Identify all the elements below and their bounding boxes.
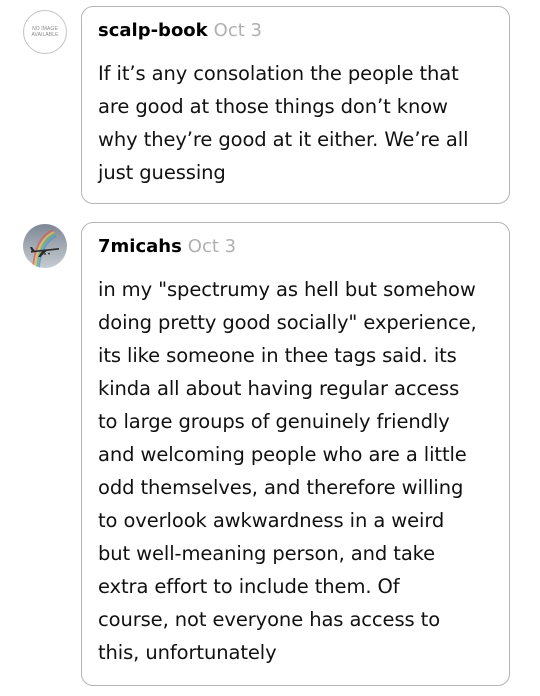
avatar-placeholder-line2: AVAILABLE bbox=[31, 32, 59, 38]
reply-text: If it’s any consolation the people that … bbox=[98, 62, 469, 184]
reply-bubble: scalp-book Oct 3 If it’s any consolation … bbox=[81, 6, 510, 204]
reply-date: Oct 3 bbox=[213, 20, 262, 41]
avatar-placeholder[interactable]: NO IMAGE AVAILABLE bbox=[23, 10, 67, 54]
avatar[interactable] bbox=[23, 224, 67, 268]
reply-meta: scalp-book Oct 3 bbox=[98, 19, 262, 43]
username-link[interactable]: 7micahs bbox=[98, 236, 182, 257]
reply-meta: 7micahs Oct 3 bbox=[98, 235, 236, 259]
airplane-rainbow-icon bbox=[23, 224, 67, 268]
username-link[interactable]: scalp-book bbox=[98, 20, 208, 41]
reply-date: Oct 3 bbox=[187, 236, 237, 257]
reply-bubble: 7micahs Oct 3 in my "spectrumy as hell bu… bbox=[81, 222, 510, 686]
reply-text: in my "spectrumy as hell but somehow doi… bbox=[98, 278, 477, 664]
